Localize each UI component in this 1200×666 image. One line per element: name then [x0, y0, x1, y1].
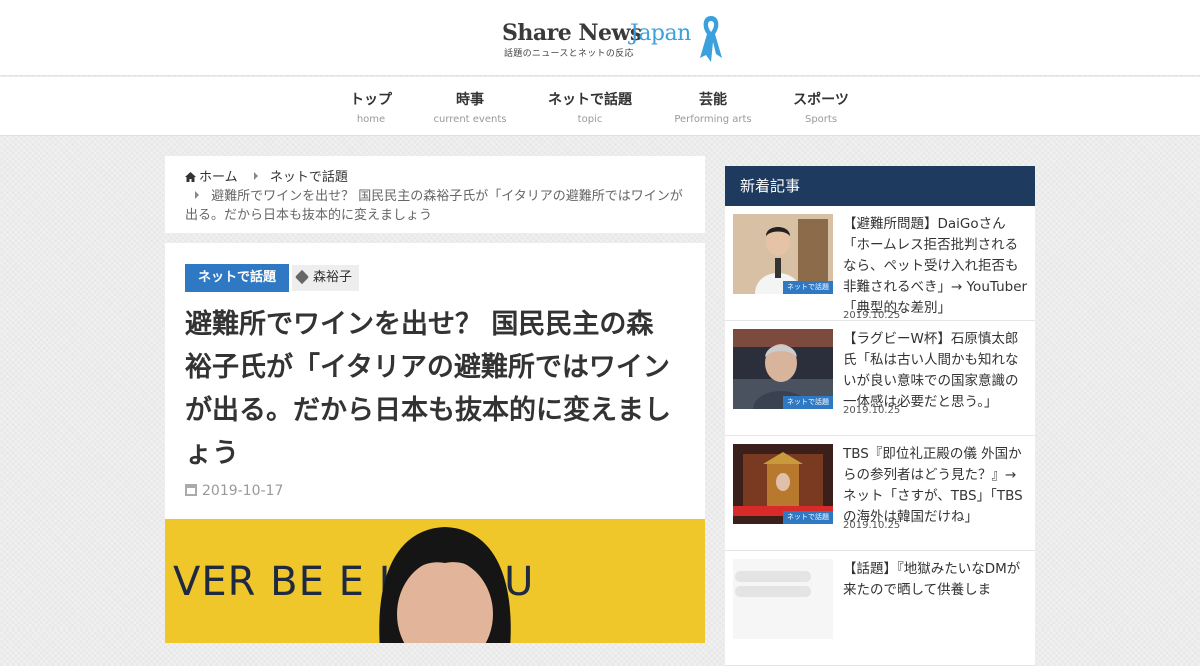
tag-label-text: 森裕子	[313, 270, 353, 285]
thumbnail-badge: ネットで話題	[783, 281, 833, 294]
post-thumbnail: ネットで話題	[733, 329, 833, 409]
nav-sublabel: Sports	[804, 114, 838, 125]
ribbon-icon	[700, 16, 722, 62]
breadcrumb-home[interactable]: ホーム	[185, 170, 242, 185]
site-header: Share News Japan 話題のニュースとネットの反応	[0, 0, 1200, 76]
breadcrumb: ホーム ネットで話題 避難所でワインを出せ？ 国民民主の森裕子氏が「イタリアの避…	[165, 156, 705, 233]
caret-right-icon	[195, 191, 199, 199]
thumbnail-image	[733, 559, 833, 639]
person-photo	[379, 527, 511, 643]
post-thumbnail	[733, 559, 833, 639]
breadcrumb-home-label: ホーム	[199, 170, 238, 185]
new-post-item[interactable]: ネットで話題 TBS『即位礼正殿の儀 外国からの参列者はどう見た？』→ ネット「…	[725, 436, 1035, 551]
post-title[interactable]: 【話題】『地獄みたいなDMが来たので晒して供養しま	[843, 559, 1029, 601]
thumbnail-badge: ネットで話題	[783, 396, 833, 409]
nav-label: スポーツ	[793, 92, 849, 108]
new-post-item[interactable]: 【話題】『地獄みたいなDMが来たので晒して供養しま	[725, 551, 1035, 666]
new-post-item[interactable]: ネットで話題 【避難所問題】DaiGoさん「ホームレス拒否批判されるなら、ペット…	[725, 206, 1035, 321]
logo-share-text: Share News	[502, 20, 642, 46]
nav-sublabel: topic	[577, 114, 603, 125]
nav-item-home[interactable]: トップ home	[341, 89, 401, 125]
article-title: 避難所でワインを出せ？ 国民民主の森裕子氏が「イタリアの避難所ではワインが出る。…	[185, 309, 671, 469]
post-date-text: 2019-10-17	[202, 483, 284, 499]
global-nav: トップ home 時事 current events ネットで話題 topic …	[0, 77, 1200, 136]
new-posts-title: 新着記事	[725, 166, 1035, 206]
nav-item-current-events[interactable]: 時事 current events	[430, 89, 510, 125]
post-thumbnail: ネットで話題	[733, 444, 833, 524]
nav-label: トップ	[350, 92, 392, 108]
breadcrumb-category[interactable]: ネットで話題	[270, 170, 348, 185]
category-label[interactable]: ネットで話題	[185, 264, 290, 292]
article: ネットで話題 森裕子 避難所でワインを出せ？ 国民民主の森裕子氏が「イタリアの避…	[165, 243, 705, 643]
calendar-icon	[185, 484, 197, 496]
nav-item-sports[interactable]: スポーツ Sports	[786, 89, 856, 125]
site-logo[interactable]: Share News Japan 話題のニュースとネットの反応	[502, 14, 728, 64]
post-date: 2019.10.25	[843, 520, 901, 531]
breadcrumb-current: 避難所でワインを出せ？ 国民民主の森裕子氏が「イタリアの避難所ではワインが出る。…	[185, 189, 683, 223]
post-thumbnail: ネットで話題	[733, 214, 833, 294]
nav-sublabel: Performing arts	[674, 114, 752, 125]
post-date: 2019.10.25	[843, 310, 901, 321]
post-date: 2019.10.25	[843, 405, 901, 416]
home-icon	[185, 172, 196, 182]
post-title[interactable]: TBS『即位礼正殿の儀 外国からの参列者はどう見た？』→ ネット「さすが、TBS…	[843, 444, 1029, 528]
nav-item-performing-arts[interactable]: 芸能 Performing arts	[668, 89, 758, 125]
thumbnail-badge: ネットで話題	[783, 511, 833, 524]
post-date: 2019-10-17	[185, 483, 283, 499]
nav-sublabel: home	[356, 114, 386, 125]
tag-label[interactable]: 森裕子	[292, 265, 360, 291]
logo-japan-text: Japan	[630, 21, 691, 46]
caret-right-icon	[253, 172, 258, 180]
nav-label: 時事	[456, 92, 484, 108]
tag-icon	[294, 269, 310, 285]
sidebar: 新着記事 ネットで話題 【避難所問題】DaiGoさん「ホームレス拒否批判されるな…	[725, 166, 1035, 666]
nav-sublabel: current events	[433, 114, 507, 125]
nav-label: 芸能	[699, 92, 727, 108]
post-title[interactable]: 【避難所問題】DaiGoさん「ホームレス拒否批判されるなら、ペット受け入れ拒否も…	[843, 214, 1029, 319]
post-title[interactable]: 【ラグビーW杯】石原慎太郎氏「私は古い人間かも知れないが良い意味での国家意識の一…	[843, 329, 1029, 413]
nav-item-topic[interactable]: ネットで話題 topic	[545, 89, 635, 125]
eyecatch-image: VER BE E L ABOU	[165, 519, 705, 643]
logo-tagline: 話題のニュースとネットの反応	[504, 49, 634, 59]
new-post-item[interactable]: ネットで話題 【ラグビーW杯】石原慎太郎氏「私は古い人間かも知れないが良い意味で…	[725, 321, 1035, 436]
nav-label: ネットで話題	[548, 92, 632, 108]
